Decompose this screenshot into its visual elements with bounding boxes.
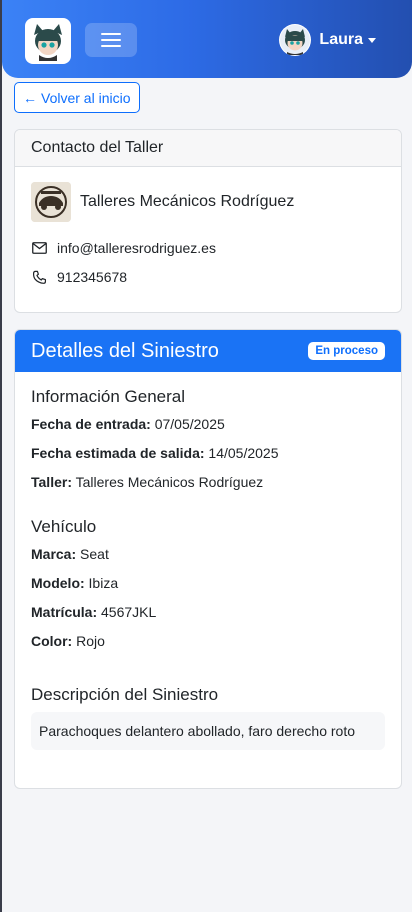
top-navbar: Laura — [2, 0, 412, 78]
chevron-down-icon — [368, 37, 376, 43]
color-label: Color: — [31, 633, 73, 649]
contact-card: Contacto del Taller Talleres Mecánicos R… — [14, 129, 402, 313]
entry-date-value: 07/05/2025 — [154, 416, 225, 432]
email-line[interactable]: info@talleresrodriguez.es — [31, 240, 216, 256]
back-button[interactable]: ← Volver al inicio — [14, 82, 140, 113]
workshop-value: Talleres Mecánicos Rodríguez — [75, 474, 264, 490]
envelope-icon — [31, 240, 47, 256]
workshop-logo-icon — [31, 182, 71, 222]
color-field: Color: Rojo — [31, 633, 105, 649]
workshop-field: Taller: Talleres Mecánicos Rodríguez — [31, 474, 263, 490]
color-value: Rojo — [76, 633, 105, 649]
brand-value: Seat — [80, 546, 109, 562]
description-title: Descripción del Siniestro — [31, 685, 219, 704]
plate-label: Matrícula: — [31, 604, 98, 620]
model-label: Modelo: — [31, 575, 85, 591]
workshop-name: Talleres Mecánicos Rodríguez — [80, 193, 295, 210]
brand-field: Marca: Seat — [31, 546, 109, 562]
vehicle-title: Vehículo — [31, 517, 97, 536]
model-value: Ibiza — [88, 575, 119, 591]
user-menu-toggle[interactable]: Laura — [279, 24, 376, 56]
workshop-label: Taller: — [31, 474, 72, 490]
contact-card-header: Contacto del Taller — [15, 130, 401, 167]
plate-field: Matrícula: 4567JKL — [31, 604, 156, 620]
contact-card-title: Contacto del Taller — [31, 139, 164, 156]
claim-details-card: Detalles del Siniestro En proceso Inform… — [14, 329, 402, 789]
status-badge: En proceso — [308, 342, 385, 360]
claim-details-header: Detalles del Siniestro En proceso — [15, 330, 401, 372]
menu-toggle-button[interactable] — [85, 23, 137, 57]
claim-details-title: Detalles del Siniestro — [31, 339, 219, 362]
user-name: Laura — [319, 31, 363, 48]
brand-label: Marca: — [31, 546, 77, 562]
exit-date-value: 14/05/2025 — [208, 445, 279, 461]
phone-line[interactable]: 912345678 — [31, 269, 127, 285]
app-logo-icon[interactable] — [25, 18, 71, 64]
arrow-left-icon: ← — [23, 89, 37, 106]
phone-text: 912345678 — [57, 269, 128, 285]
exit-date-label: Fecha estimada de salida: — [31, 445, 205, 461]
description-text: Parachoques delantero abollado, faro der… — [39, 723, 355, 739]
plate-value: 4567JKL — [101, 604, 157, 620]
entry-date-label: Fecha de entrada: — [31, 416, 151, 432]
user-avatar — [279, 24, 312, 56]
model-field: Modelo: Ibiza — [31, 575, 118, 591]
hamburger-menu-icon — [101, 33, 121, 47]
description-box: Parachoques delantero abollado, faro der… — [31, 712, 385, 750]
window-edge — [0, 0, 2, 912]
back-button-label: Volver al inicio — [41, 89, 131, 106]
phone-icon — [31, 269, 47, 285]
email-text: info@talleresrodriguez.es — [57, 240, 216, 256]
workshop-row: Talleres Mecánicos Rodríguez — [31, 182, 294, 222]
exit-date-field: Fecha estimada de salida: 14/05/2025 — [31, 445, 279, 461]
general-info-title: Información General — [31, 387, 186, 406]
entry-date-field: Fecha de entrada: 07/05/2025 — [31, 416, 225, 432]
